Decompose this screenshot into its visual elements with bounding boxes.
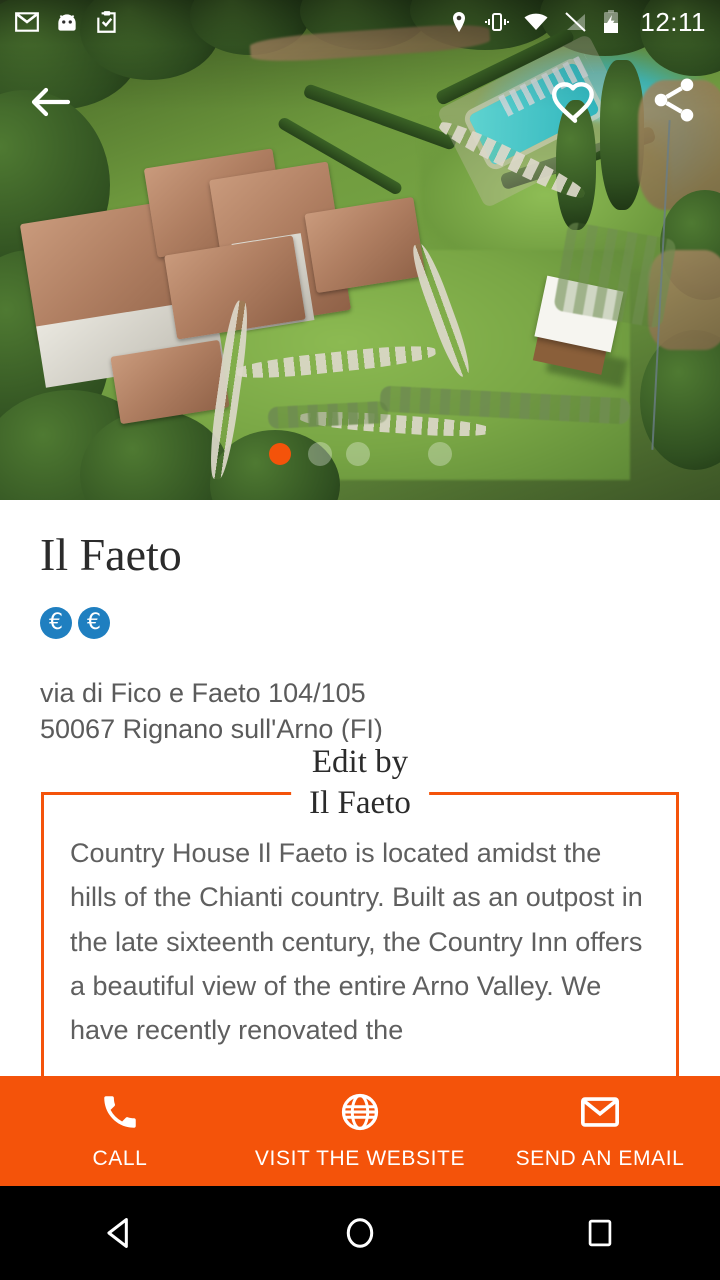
- call-button[interactable]: CALL: [0, 1076, 240, 1186]
- nav-recents-button[interactable]: [552, 1186, 648, 1280]
- euro-icon-1: €: [40, 606, 72, 639]
- carousel-dot-2[interactable]: [308, 442, 332, 466]
- carousel-indicator[interactable]: [0, 440, 720, 468]
- battery-charging-icon: [601, 9, 621, 35]
- back-button[interactable]: [26, 78, 74, 126]
- visit-website-button[interactable]: VISIT THE WEBSITE: [240, 1076, 480, 1186]
- gmail-icon: [14, 9, 40, 35]
- price-level-indicator: € €: [0, 581, 720, 639]
- address-block: via di Fico e Faeto 104/105 50067 Rignan…: [0, 639, 720, 748]
- envelope-icon: [581, 1097, 619, 1127]
- address-line-1: via di Fico e Faeto 104/105: [40, 677, 366, 708]
- square-recents-icon: [588, 1219, 612, 1247]
- triangle-back-icon: [107, 1218, 128, 1248]
- globe-icon: [341, 1093, 379, 1131]
- status-bar: 12:11: [0, 0, 720, 44]
- location-pin-icon: [447, 10, 471, 34]
- visit-website-button-label: VISIT THE WEBSITE: [254, 1147, 466, 1170]
- hero-image-carousel[interactable]: [0, 0, 720, 500]
- page-title: Il Faeto: [40, 529, 182, 580]
- share-button[interactable]: [648, 74, 700, 126]
- call-button-label: CALL: [92, 1147, 148, 1170]
- android-navigation-bar: [0, 1186, 720, 1280]
- send-email-button[interactable]: SEND AN EMAIL: [480, 1076, 720, 1186]
- heart-outline-icon: [551, 82, 594, 123]
- edit-by-legend: Edit by Il Faeto: [291, 742, 429, 825]
- android-head-icon: [54, 9, 80, 35]
- send-email-button-label: SEND AN EMAIL: [515, 1147, 685, 1170]
- wifi-icon: [523, 10, 549, 34]
- edit-by-author: Il Faeto: [309, 785, 411, 822]
- edit-by-section: Edit by Il Faeto Country House Il Faeto …: [41, 742, 679, 1086]
- circle-home-icon: [346, 1218, 374, 1248]
- carousel-dot-4[interactable]: [428, 442, 452, 466]
- bottom-action-bar: CALL VISIT THE WEBSITE SEND AN EMAIL: [0, 1076, 720, 1186]
- share-icon: [654, 78, 694, 122]
- app-screen: 12:11 Il Faeto € € via di Fico e Faeto 1…: [0, 0, 720, 1280]
- carousel-dot-3[interactable]: [346, 442, 370, 466]
- status-bar-clock: 12:11: [640, 6, 706, 37]
- listing-details: Il Faeto € € via di Fico e Faeto 104/105…: [0, 500, 720, 1086]
- nav-back-button[interactable]: [72, 1186, 168, 1280]
- clipboard-check-icon: [94, 9, 120, 35]
- back-arrow-icon: [31, 87, 71, 117]
- euro-icon-2: €: [78, 606, 110, 639]
- signal-off-icon: [562, 10, 588, 34]
- description-text: Country House Il Faeto is located amidst…: [70, 838, 643, 1046]
- favorite-button[interactable]: [550, 78, 600, 128]
- edit-by-label: Edit by: [311, 744, 409, 781]
- nav-home-button[interactable]: [312, 1186, 408, 1280]
- description-box: Country House Il Faeto is located amidst…: [41, 792, 679, 1086]
- phone-icon: [104, 1096, 136, 1128]
- carousel-dot-1[interactable]: [269, 443, 291, 465]
- vibrate-icon: [484, 10, 510, 34]
